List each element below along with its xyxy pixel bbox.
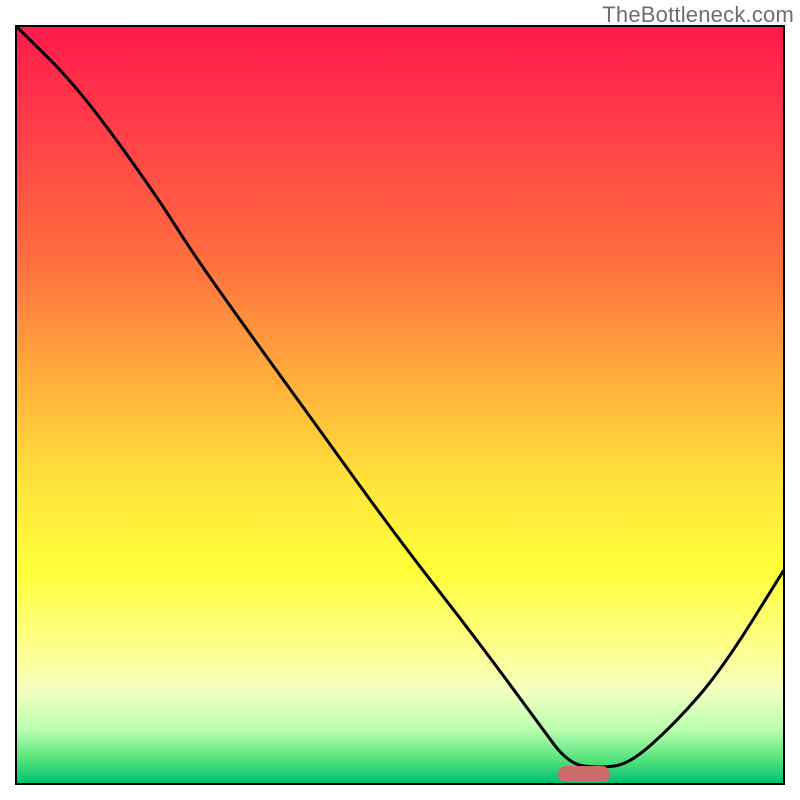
bottleneck-curve — [17, 27, 783, 783]
chart-container: TheBottleneck.com — [0, 0, 800, 800]
plot-area — [15, 25, 785, 785]
curve-path — [17, 27, 783, 767]
optimal-marker — [558, 766, 610, 782]
